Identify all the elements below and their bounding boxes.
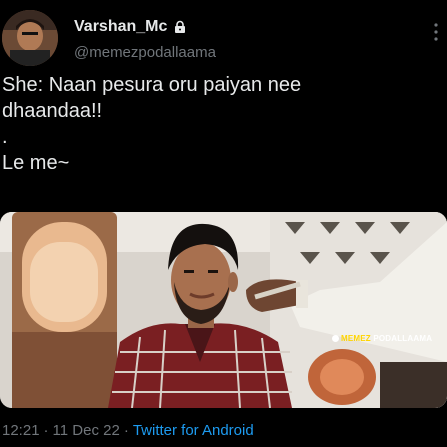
tweet-time[interactable]: 12:21 — [2, 422, 40, 439]
media-watermark: MEMEZ PODALLAAMA — [332, 334, 432, 343]
watermark-logo-icon — [332, 335, 339, 343]
tweet-metadata: 12:21 · 11 Dec 22 · Twitter for Android — [2, 422, 254, 439]
tweet-date[interactable]: 11 Dec 22 — [53, 422, 120, 439]
separator: · — [123, 422, 129, 439]
avatar[interactable] — [2, 10, 58, 66]
tweet-media-image[interactable] — [0, 212, 447, 408]
lock-icon — [173, 20, 187, 34]
separator: · — [43, 422, 49, 439]
tweet-source-link[interactable]: Twitter for Android — [133, 422, 254, 439]
display-name[interactable]: Varshan_Mc — [74, 18, 167, 36]
tweet-text: She: Naan pesura oru paiyan nee dhaandaa… — [2, 74, 302, 174]
more-options-icon[interactable] — [433, 22, 439, 42]
user-handle[interactable]: @memezpodallaama — [74, 44, 216, 61]
tweet-header: Varshan_Mc @memezpodallaama — [0, 0, 447, 70]
